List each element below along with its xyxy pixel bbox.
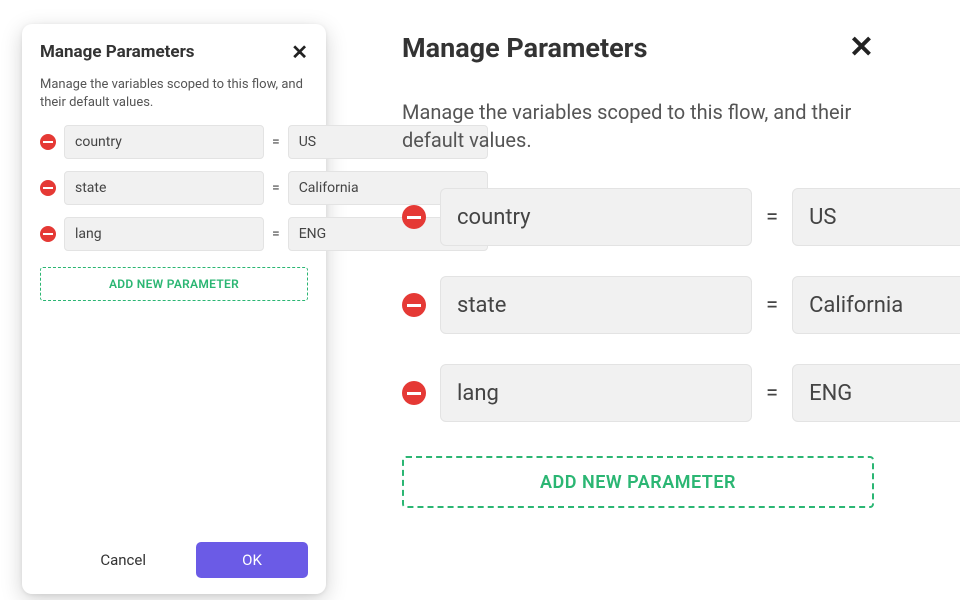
add-parameter-label: ADD NEW PARAMETER	[109, 277, 239, 291]
param-name-input[interactable]	[64, 171, 264, 205]
dialog-description: Manage the variables scoped to this flow…	[40, 76, 308, 111]
manage-parameters-dialog: Manage Parameters ✕ Manage the variables…	[22, 24, 326, 594]
add-parameter-button[interactable]: ADD NEW PARAMETER	[40, 267, 308, 301]
param-name-input[interactable]	[64, 125, 264, 159]
param-name-input[interactable]	[64, 217, 264, 251]
param-name-input[interactable]	[440, 364, 752, 422]
remove-icon[interactable]	[40, 226, 56, 242]
equals-label: =	[272, 226, 280, 242]
parameter-row: =	[402, 276, 874, 334]
equals-label: =	[272, 180, 280, 196]
parameter-row: =	[402, 364, 874, 422]
dialog-header: Manage Parameters ✕	[40, 42, 308, 62]
equals-label: =	[766, 381, 778, 406]
parameter-row: =	[40, 217, 308, 251]
parameter-list: = = =	[402, 188, 874, 422]
add-parameter-label: ADD NEW PARAMETER	[540, 472, 736, 493]
parameter-row: =	[40, 125, 308, 159]
equals-label: =	[766, 205, 778, 230]
ok-button[interactable]: OK	[196, 542, 308, 578]
remove-icon[interactable]	[40, 180, 56, 196]
add-parameter-button[interactable]: ADD NEW PARAMETER	[402, 456, 874, 508]
parameter-row: =	[40, 171, 308, 205]
manage-parameters-dialog-zoom: Manage Parameters ✕ Manage the variables…	[402, 32, 874, 508]
equals-label: =	[272, 134, 280, 150]
dialog-description: Manage the variables scoped to this flow…	[402, 98, 874, 154]
remove-icon[interactable]	[402, 205, 426, 229]
remove-icon[interactable]	[402, 381, 426, 405]
equals-label: =	[766, 293, 778, 318]
parameter-row: =	[402, 188, 874, 246]
parameter-list: = = =	[40, 125, 308, 251]
dialog-header: Manage Parameters ✕	[402, 32, 874, 64]
dialog-footer: Cancel OK	[40, 542, 308, 578]
remove-icon[interactable]	[402, 293, 426, 317]
param-value-input[interactable]	[792, 276, 960, 334]
param-name-input[interactable]	[440, 188, 752, 246]
param-value-input[interactable]	[792, 188, 960, 246]
cancel-button[interactable]: Cancel	[100, 551, 146, 569]
remove-icon[interactable]	[40, 134, 56, 150]
dialog-title: Manage Parameters	[402, 32, 647, 64]
param-value-input[interactable]	[792, 364, 960, 422]
close-icon[interactable]: ✕	[849, 33, 874, 63]
close-icon[interactable]: ✕	[291, 42, 308, 62]
param-name-input[interactable]	[440, 276, 752, 334]
dialog-title: Manage Parameters	[40, 42, 195, 62]
